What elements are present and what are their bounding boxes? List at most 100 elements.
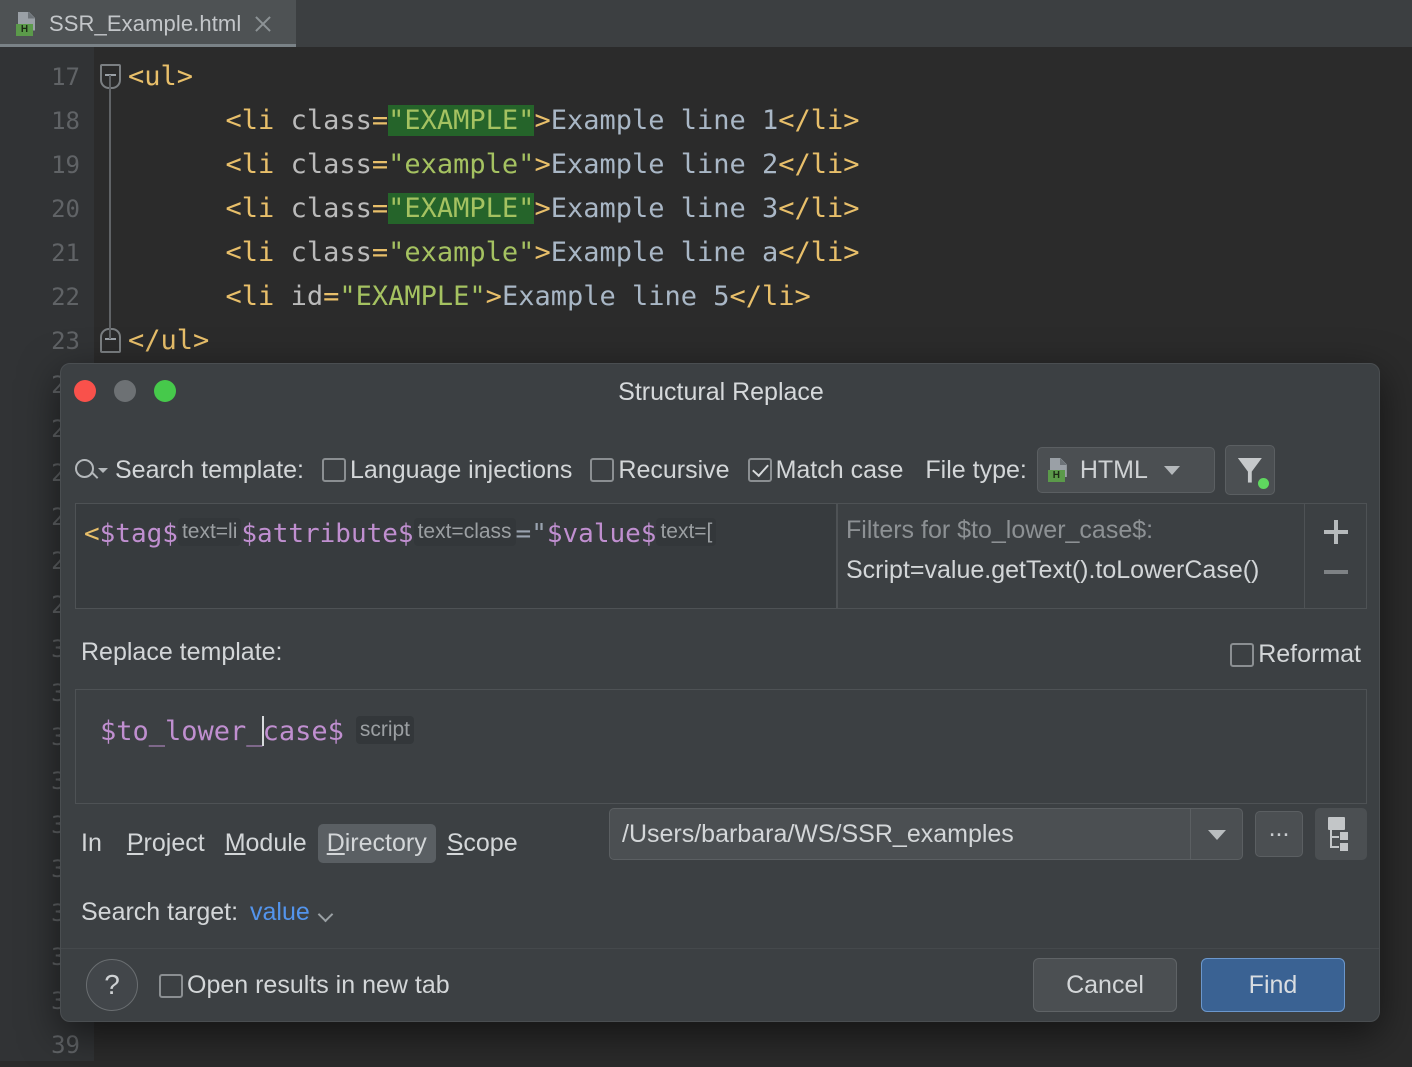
filters-panel: Filters for $to_lower_case$: Script=valu… bbox=[837, 503, 1367, 609]
filter-active-dot bbox=[1258, 478, 1269, 489]
filters-script-entry[interactable]: Script=value.getText().toLowerCase() bbox=[846, 550, 1304, 590]
code-token-tag: <li bbox=[226, 105, 291, 136]
code-token-attr: id bbox=[291, 281, 324, 312]
code-token-text: Example line a bbox=[551, 237, 779, 268]
folder-tree-icon-button[interactable] bbox=[1315, 808, 1367, 860]
checkbox-recursive[interactable]: Recursive bbox=[590, 456, 729, 485]
code-token-tag: </ul> bbox=[128, 325, 209, 356]
filter-icon-button[interactable] bbox=[1225, 445, 1275, 495]
inlay-hint: text=li bbox=[178, 518, 241, 546]
search-icon[interactable] bbox=[75, 457, 108, 483]
chevron-down-icon bbox=[1164, 466, 1180, 475]
close-icon[interactable] bbox=[252, 13, 274, 35]
directory-path-value[interactable]: /Users/barbara/WS/SSR_examples bbox=[610, 820, 1190, 849]
code-line: <li class="EXAMPLE">Example line 1</li> bbox=[128, 99, 860, 143]
code-token-attr: class bbox=[291, 149, 372, 180]
replace-template-hint: script bbox=[356, 716, 414, 744]
chevron-down-icon[interactable] bbox=[320, 909, 333, 917]
chevron-down-icon[interactable] bbox=[1190, 809, 1242, 859]
checkbox-match-case-label: Match case bbox=[776, 456, 904, 485]
template-variable: $tag$ bbox=[100, 519, 178, 549]
line-number: 17 bbox=[0, 55, 80, 99]
search-target-value[interactable]: value bbox=[250, 898, 310, 927]
code-token-attr: class bbox=[291, 105, 372, 136]
checkbox-language-injections-box[interactable] bbox=[322, 458, 346, 482]
filters-body[interactable]: Filters for $to_lower_case$: Script=valu… bbox=[838, 504, 1304, 608]
code-token-tag: </li> bbox=[778, 237, 859, 268]
line-number: 19 bbox=[0, 143, 80, 187]
code-token-tag: = bbox=[323, 281, 339, 312]
find-button[interactable]: Find bbox=[1201, 958, 1345, 1012]
checkbox-match-case-box[interactable] bbox=[748, 458, 772, 482]
checkbox-open-results-new-tab[interactable]: Open results in new tab bbox=[159, 971, 450, 1000]
editor-tab-label: SSR_Example.html bbox=[49, 11, 241, 37]
file-type-dropdown[interactable]: H HTML bbox=[1037, 447, 1215, 493]
code-line: <li class="EXAMPLE">Example line 3</li> bbox=[128, 187, 860, 231]
replace-template-variable-head: $to_lower_ bbox=[100, 716, 263, 747]
replace-template-label: Replace template: bbox=[81, 638, 283, 667]
code-token-tag: > bbox=[486, 281, 502, 312]
code-token-tag: </li> bbox=[778, 105, 859, 136]
code-line: <li class="example">Example line a</li> bbox=[128, 231, 860, 275]
search-template-options-row: Search template: Language injections Rec… bbox=[61, 444, 1380, 496]
code-token-text: Example line 5 bbox=[502, 281, 730, 312]
code-token-tag: <li bbox=[226, 193, 291, 224]
code-token-tag: <li bbox=[226, 281, 291, 312]
cancel-button[interactable]: Cancel bbox=[1033, 958, 1177, 1012]
checkbox-open-results-label: Open results in new tab bbox=[187, 971, 450, 1000]
dialog-title: Structural Replace bbox=[61, 378, 1380, 407]
html-file-icon-badge: H bbox=[16, 24, 33, 36]
inlay-hint: text=class bbox=[414, 518, 516, 546]
code-token-text: Example line 1 bbox=[551, 105, 779, 136]
file-type-label: File type: bbox=[925, 456, 1026, 485]
checkbox-reformat[interactable]: Reformat bbox=[1230, 640, 1361, 669]
checkbox-language-injections[interactable]: Language injections bbox=[322, 456, 572, 485]
browse-directory-button[interactable]: ... bbox=[1255, 811, 1303, 857]
filter-icon bbox=[1238, 458, 1262, 483]
code-token-tag: <li bbox=[226, 237, 291, 268]
code-token-val: "EXAMPLE" bbox=[339, 281, 485, 312]
code-token-tag: > bbox=[534, 193, 550, 224]
code-token-tag: </li> bbox=[730, 281, 811, 312]
code-token-text: Example line 2 bbox=[551, 149, 779, 180]
html-file-icon-badge: H bbox=[1048, 470, 1065, 482]
code-fold-connector bbox=[109, 75, 111, 339]
scope-option-directory[interactable]: Directory bbox=[318, 824, 436, 863]
template-variable: $attribute$ bbox=[241, 519, 413, 549]
directory-path-combo[interactable]: /Users/barbara/WS/SSR_examples bbox=[609, 808, 1243, 860]
scope-option-scope[interactable]: Scope bbox=[438, 824, 527, 863]
code-line: <li id="EXAMPLE">Example line 5</li> bbox=[128, 275, 811, 319]
checkbox-match-case[interactable]: Match case bbox=[748, 456, 904, 485]
line-number: 22 bbox=[0, 275, 80, 319]
checkbox-open-results-box[interactable] bbox=[159, 974, 183, 998]
dialog-title-bar: Structural Replace bbox=[61, 364, 1380, 419]
remove-filter-button[interactable] bbox=[1324, 570, 1348, 574]
checkbox-recursive-box[interactable] bbox=[590, 458, 614, 482]
template-variable: $value$ bbox=[547, 519, 657, 549]
code-token-tag: <li bbox=[226, 149, 291, 180]
code-token-val: "example" bbox=[388, 237, 534, 268]
structural-replace-dialog: Structural Replace Search template: Lang… bbox=[60, 363, 1380, 1022]
checkbox-reformat-label: Reformat bbox=[1258, 640, 1361, 669]
code-token-tag: = bbox=[372, 237, 388, 268]
filters-header: Filters for $to_lower_case$: bbox=[846, 510, 1304, 550]
help-button[interactable]: ? bbox=[86, 959, 138, 1011]
code-token-tag: = bbox=[372, 105, 388, 136]
editor-tab-bar: H SSR_Example.html bbox=[0, 0, 1412, 47]
filters-buttons bbox=[1304, 504, 1366, 608]
code-token-tag: <ul> bbox=[128, 61, 193, 92]
editor-tab-ssr-example[interactable]: H SSR_Example.html bbox=[0, 0, 296, 47]
code-token-text: Example line 3 bbox=[551, 193, 779, 224]
search-template-input[interactable]: <$tag$text=li$attribute$text=class="$val… bbox=[75, 503, 837, 609]
add-filter-button[interactable] bbox=[1324, 520, 1348, 544]
checkbox-reformat-box[interactable] bbox=[1230, 643, 1254, 667]
scope-option-module[interactable]: Module bbox=[216, 824, 316, 863]
template-plain: =" bbox=[516, 519, 547, 549]
checkbox-language-injections-label: Language injections bbox=[350, 456, 572, 485]
code-token-tag: = bbox=[372, 149, 388, 180]
code-token-val: "example" bbox=[388, 149, 534, 180]
code-line: </ul> bbox=[128, 319, 209, 363]
scope-option-project[interactable]: Project bbox=[118, 824, 214, 863]
replace-template-input[interactable]: $to_lower_case$script bbox=[75, 689, 1367, 804]
scope-in-label: In bbox=[81, 829, 102, 858]
